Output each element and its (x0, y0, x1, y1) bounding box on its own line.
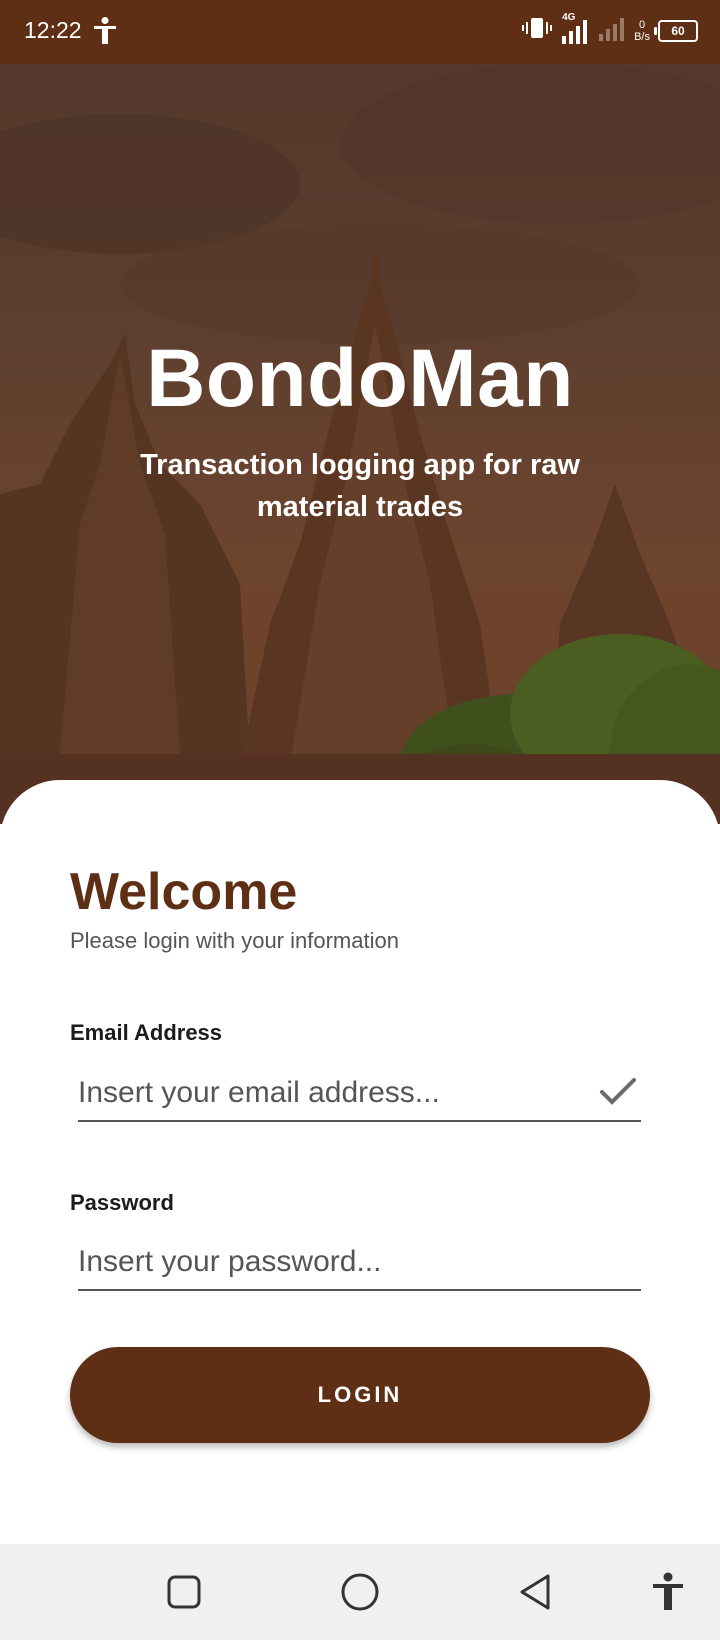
accessibility-status-icon (92, 16, 118, 51)
home-circle-icon[interactable] (338, 1570, 382, 1614)
status-bar: 12:22 4G 0 B/s 60 (0, 0, 720, 64)
battery-icon: 60 (654, 19, 698, 42)
welcome-subheading: Please login with your information (70, 928, 399, 953)
password-field[interactable] (78, 1235, 641, 1291)
battery-level: 60 (671, 23, 685, 38)
login-card: Welcome Please login with your informati… (0, 780, 720, 1544)
status-time: 12:22 (24, 17, 82, 43)
hero-banner: BondoMan Transaction logging app for raw… (0, 64, 720, 824)
password-label: Password (70, 1190, 174, 1215)
check-icon (598, 1076, 638, 1113)
signal-4g-icon: 4G (560, 12, 590, 46)
app-tagline: Transaction logging app for raw material… (140, 449, 580, 523)
login-button[interactable]: LOGIN (70, 1347, 650, 1443)
system-nav-bar (0, 1544, 720, 1640)
back-triangle-icon[interactable] (514, 1570, 558, 1614)
vibrate-icon (522, 16, 553, 45)
network-speed: 0 B/s (634, 19, 650, 43)
status-indicators: 4G 0 B/s 60 (522, 12, 698, 47)
welcome-heading: Welcome (70, 863, 298, 921)
accessibility-icon[interactable] (646, 1570, 690, 1614)
network-speed-value: 0 (638, 18, 646, 31)
email-label: Email Address (70, 1020, 223, 1045)
signal-weak-icon (598, 14, 626, 47)
recents-square-icon[interactable] (162, 1570, 206, 1614)
app-title: BondoMan (146, 333, 574, 424)
email-field[interactable] (78, 1066, 641, 1122)
network-speed-unit: B/s (634, 30, 650, 43)
